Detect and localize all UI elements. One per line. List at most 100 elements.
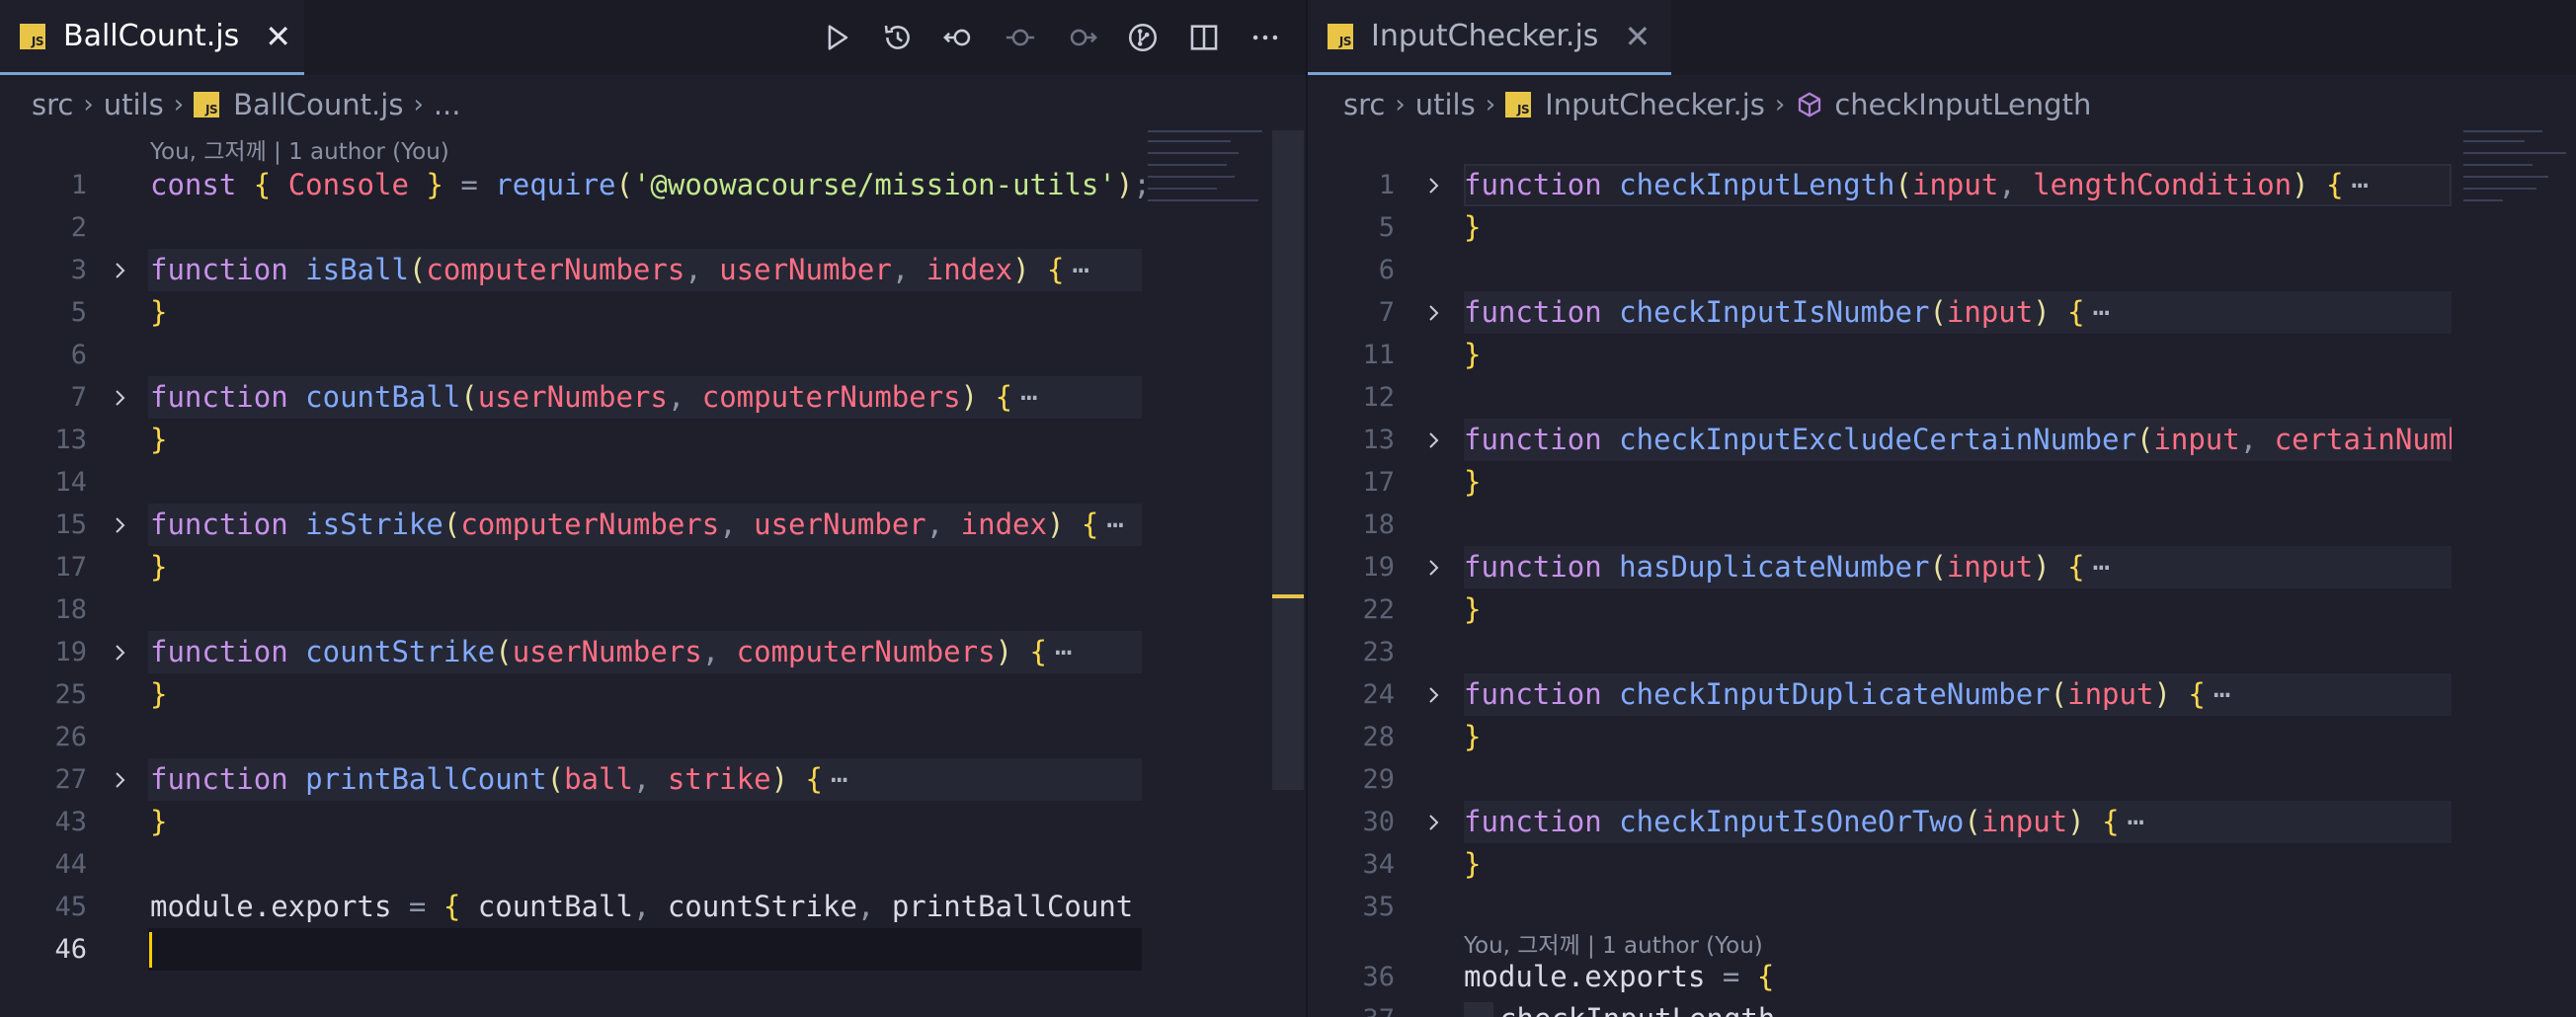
breadcrumb-left: src › utils › JS BallCount.js › ... (32, 83, 461, 126)
symbol-method-icon (1795, 90, 1824, 119)
line-number: 44 (54, 849, 87, 880)
close-tab-icon[interactable]: ✕ (265, 18, 291, 55)
run-button[interactable] (806, 7, 867, 68)
next-change-button[interactable] (1051, 7, 1112, 68)
line-number: 7 (1378, 297, 1395, 328)
fold-chevron-icon[interactable] (1422, 291, 1446, 334)
code-text: function checkInputDuplicateNumber(input… (1464, 677, 2231, 711)
breadcrumb-more[interactable]: ... (434, 88, 461, 121)
line-number: 37 (1308, 998, 1395, 1017)
fold-chevron-icon[interactable] (1422, 801, 1446, 843)
line-number: 7 (70, 382, 87, 413)
breadcrumb-right: src › utils › JS InputChecker.js › check… (1343, 83, 2091, 126)
fold-chevron-icon[interactable] (109, 249, 132, 291)
tab-bar-right: JS InputChecker.js ✕ (1308, 0, 2576, 75)
fold-chevron-icon[interactable] (1422, 164, 1446, 206)
code-text: function countBall(userNumbers, computer… (150, 380, 1038, 414)
line-number: 15 (54, 509, 87, 540)
line-number: 19 (54, 637, 87, 667)
go-back-icon (943, 29, 971, 46)
breadcrumb-src[interactable]: src (1343, 88, 1385, 121)
close-tab-icon[interactable]: ✕ (1624, 18, 1650, 55)
code-text: function isBall(computerNumbers, userNum… (150, 253, 1089, 286)
tab-label: InputChecker.js (1371, 19, 1599, 53)
cursor-position-marker (1272, 594, 1304, 598)
line-number: 19 (1362, 552, 1395, 583)
line-number: 2 (70, 212, 87, 243)
line-number: 26 (54, 722, 87, 752)
line-number: 13 (1362, 425, 1395, 455)
code-text: checkInputLength, (1499, 998, 1793, 1017)
fold-chevron-icon[interactable] (1422, 546, 1446, 588)
timeline-button[interactable] (867, 7, 928, 68)
fold-chevron-icon[interactable] (1422, 673, 1446, 716)
line-number: 23 (1362, 637, 1395, 667)
tab-ballcount[interactable]: JS BallCount.js ✕ (0, 0, 304, 75)
line-number: 30 (1362, 807, 1395, 837)
code-text: function isStrike(computerNumbers, userN… (150, 508, 1124, 541)
code-text: function countStrike(userNumbers, comput… (150, 635, 1073, 668)
chevron-right-icon: › (1774, 90, 1786, 119)
javascript-file-icon: JS (1328, 23, 1353, 49)
line-number: 14 (54, 467, 87, 498)
line-number: 24 (1362, 679, 1395, 710)
line-number: 1 (70, 170, 87, 200)
line-number: 25 (54, 679, 87, 710)
tab-inputchecker[interactable]: JS InputChecker.js ✕ (1308, 0, 1671, 75)
go-back-button[interactable] (928, 7, 990, 68)
minimap-left[interactable] (1148, 130, 1270, 219)
line-number: 5 (1378, 212, 1395, 243)
breadcrumb-utils[interactable]: utils (104, 88, 164, 121)
line-number: 3 (70, 255, 87, 285)
text-cursor (149, 932, 152, 968)
line-number: 35 (1362, 892, 1395, 922)
timeline-icon (884, 25, 910, 49)
indent-guide (1464, 1002, 1493, 1017)
breadcrumb-symbol[interactable]: checkInputLength (1834, 88, 2091, 121)
breadcrumb-utils[interactable]: utils (1415, 88, 1476, 121)
line-number: 27 (54, 764, 87, 795)
code-text: function checkInputLength(input, lengthC… (1464, 168, 2369, 201)
split-editor-button[interactable] (1173, 7, 1235, 68)
fold-chevron-icon[interactable] (109, 376, 132, 419)
run-icon (828, 25, 848, 50)
fold-chevron-icon[interactable] (109, 631, 132, 673)
more-actions-button[interactable] (1235, 7, 1296, 68)
fold-chevron-icon[interactable] (109, 758, 132, 801)
line-number: 46 (54, 934, 87, 965)
editor-group-right: JS InputChecker.js ✕ src › utils › JS In… (1308, 0, 2576, 1017)
code-editor-left[interactable]: You, 그저께 | 1 author (You) 1 const { Cons… (0, 130, 1306, 1017)
javascript-file-icon: JS (20, 23, 45, 49)
line-number: 1 (1378, 170, 1395, 200)
code-text: function printBallCount(ball, strike) {⋯ (150, 762, 848, 796)
vertical-scrollbar[interactable] (1272, 130, 1304, 790)
source-control-icon (1128, 23, 1158, 52)
line-number: 6 (70, 340, 87, 370)
line-number: 43 (54, 807, 87, 837)
breadcrumb-file[interactable]: InputChecker.js (1545, 88, 1765, 121)
line-number: 17 (54, 552, 87, 583)
more-actions-icon (1252, 35, 1278, 40)
fold-chevron-icon[interactable] (1422, 419, 1446, 461)
line-number: 12 (1362, 382, 1395, 413)
code-text: function hasDuplicateNumber(input) {⋯ (1464, 550, 2111, 584)
code-editor-right[interactable]: 1 function checkInputLength(input, lengt… (1308, 130, 2576, 1017)
minimap-right[interactable] (2463, 130, 2568, 219)
breadcrumb-file[interactable]: BallCount.js (233, 88, 403, 121)
breadcrumb-src[interactable]: src (32, 88, 73, 121)
source-control-button[interactable] (1112, 7, 1173, 68)
code-text: function checkInputIsNumber(input) {⋯ (1464, 295, 2111, 329)
next-change-icon (1070, 29, 1097, 46)
codelens-author[interactable]: You, 그저께 | 1 author (You) (1464, 926, 1763, 960)
line-number: 29 (1362, 764, 1395, 795)
line-number: 18 (54, 594, 87, 625)
chevron-right-icon: › (173, 90, 185, 119)
line-number: 36 (1362, 962, 1395, 992)
codelens-author[interactable]: You, 그저께 | 1 author (You) (150, 132, 449, 166)
previous-change-button[interactable] (990, 7, 1051, 68)
line-number: 5 (70, 297, 87, 328)
fold-chevron-icon[interactable] (109, 504, 132, 546)
line-number: 11 (1362, 340, 1395, 370)
tab-bar-left: JS BallCount.js ✕ (0, 0, 1306, 75)
split-editor-icon (1190, 25, 1218, 50)
